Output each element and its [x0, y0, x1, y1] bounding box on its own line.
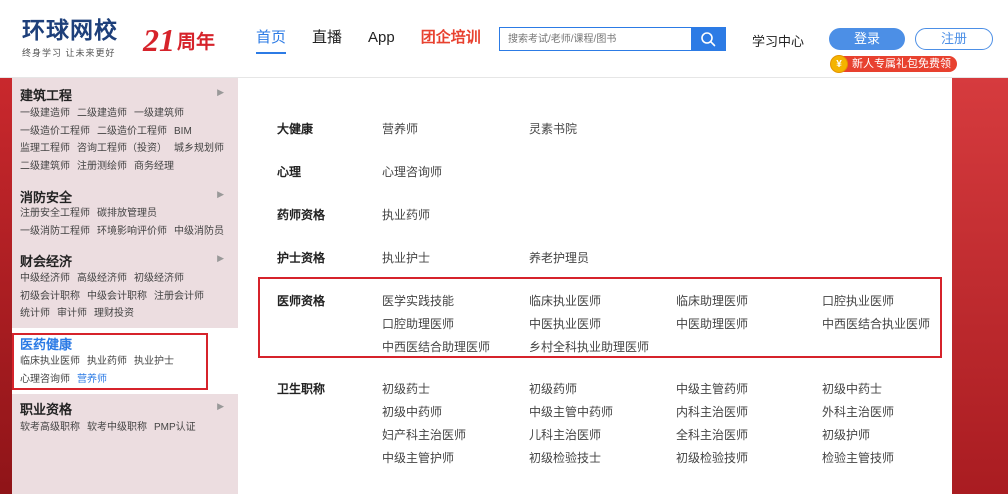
- category-links: 软考高级职称 软考中级职称 PMP认证: [20, 419, 234, 437]
- exam-link[interactable]: 初级检验技师: [676, 449, 748, 466]
- nav-home[interactable]: 首页: [256, 28, 287, 54]
- category-title: 建筑工程: [20, 88, 73, 103]
- exam-link[interactable]: 中级主管护师: [382, 449, 454, 466]
- category-link[interactable]: 商务经理: [134, 161, 174, 172]
- exam-link[interactable]: 中级主管药师: [676, 380, 748, 397]
- category-sidebar: 建筑工程 ▶ 一级建造师 二级建造师 一级建筑师 一级造价工程师 二级造价工程师 BIM…: [12, 78, 238, 494]
- category-link[interactable]: 中级消防员: [174, 226, 224, 237]
- exam-link[interactable]: 儿科主治医师: [529, 426, 601, 443]
- exam-link[interactable]: 养老护理员: [529, 249, 589, 266]
- coin-icon: ¥: [830, 55, 848, 73]
- category-link[interactable]: 初级经济师: [134, 273, 184, 284]
- search-icon: [701, 32, 716, 47]
- exam-link[interactable]: 心理咨询师: [382, 163, 442, 180]
- row-title: 药师资格: [277, 208, 326, 222]
- category-link[interactable]: 碳排放管理员: [97, 208, 157, 219]
- exam-link[interactable]: 初级中药士: [822, 380, 882, 397]
- highlight-box-physician: [258, 277, 942, 358]
- site-header: 环球网校 终身学习 让未来更好 21 周年 首页 直播 App 团企培训 学习中…: [0, 0, 1008, 78]
- category-link[interactable]: 城乡规划师: [174, 143, 224, 154]
- category-link[interactable]: 一级造价工程师: [20, 126, 90, 137]
- register-button[interactable]: 注册: [915, 28, 993, 50]
- category-professional-qualification[interactable]: 职业资格 ▶ 软考高级职称 软考中级职称 PMP认证: [12, 394, 238, 444]
- category-title: 职业资格: [20, 402, 73, 417]
- background-left: [0, 78, 12, 494]
- nav-live[interactable]: 直播: [312, 28, 342, 54]
- category-link[interactable]: 软考中级职称: [87, 422, 147, 433]
- logo-text: 环球网校: [22, 18, 118, 43]
- category-link[interactable]: 中级会计职称: [87, 291, 147, 302]
- category-link[interactable]: 注册安全工程师: [20, 208, 90, 219]
- category-link[interactable]: 初级会计职称: [20, 291, 80, 302]
- exam-link[interactable]: 执业护士: [382, 249, 430, 266]
- category-finance[interactable]: 财会经济 ▶ 中级经济师 高级经济师 初级经济师 初级会计职称 中级会计职称 注册会计师…: [12, 246, 238, 328]
- nav-enterprise-training[interactable]: 团企培训: [421, 28, 481, 54]
- category-title: 财会经济: [20, 254, 73, 269]
- anniversary-number: 21: [143, 22, 175, 58]
- category-link[interactable]: 监理工程师: [20, 143, 70, 154]
- row-title: 卫生职称: [277, 382, 326, 396]
- exam-link[interactable]: 内科主治医师: [676, 403, 748, 420]
- category-link[interactable]: 咨询工程师（投资）: [77, 143, 167, 154]
- exam-link[interactable]: 初级检验技士: [529, 449, 601, 466]
- exam-link[interactable]: 初级中药师: [382, 403, 442, 420]
- search-input[interactable]: [500, 28, 691, 50]
- exam-link[interactable]: 初级药士: [382, 380, 430, 397]
- category-links: 中级经济师 高级经济师 初级经济师 初级会计职称 中级会计职称 注册会计师 统计师 审计师…: [20, 270, 234, 323]
- category-link[interactable]: 环境影响评价师: [97, 226, 167, 237]
- gift-text: 新人专属礼包免费领: [842, 56, 957, 72]
- row-title: 心理: [277, 165, 302, 179]
- nav-app[interactable]: App: [368, 28, 395, 54]
- category-link[interactable]: PMP认证: [154, 422, 196, 433]
- study-center-link[interactable]: 学习中心: [752, 31, 804, 50]
- anniversary-text: 周年: [177, 32, 216, 53]
- site-logo[interactable]: 环球网校 终身学习 让未来更好: [22, 18, 130, 58]
- category-links: 注册安全工程师 碳排放管理员 一级消防工程师 环境影响评价师 中级消防员: [20, 205, 234, 240]
- row-title: 护士资格: [277, 251, 326, 265]
- chevron-right-icon: ▶: [217, 253, 224, 263]
- category-link[interactable]: BIM: [174, 126, 192, 137]
- category-link[interactable]: 高级经济师: [77, 273, 127, 284]
- highlight-box-sidebar: [12, 333, 208, 390]
- anniversary-badge: 21 周年: [143, 22, 215, 56]
- category-construction[interactable]: 建筑工程 ▶ 一级建造师 二级建造师 一级建筑师 一级造价工程师 二级造价工程师 BIM…: [12, 78, 238, 186]
- category-link[interactable]: 注册会计师: [154, 291, 204, 302]
- category-link[interactable]: 中级经济师: [20, 273, 70, 284]
- exam-link[interactable]: 初级药师: [529, 380, 577, 397]
- category-link[interactable]: 二级建筑师: [20, 161, 70, 172]
- row-title: 大健康: [277, 122, 314, 136]
- search-button[interactable]: [691, 28, 725, 50]
- category-link[interactable]: 一级消防工程师: [20, 226, 90, 237]
- category-link[interactable]: 审计师: [57, 308, 87, 319]
- exam-link[interactable]: 检验主管技师: [822, 449, 894, 466]
- category-link[interactable]: 统计师: [20, 308, 50, 319]
- chevron-right-icon: ▶: [217, 401, 224, 411]
- exam-link[interactable]: 中级主管中药师: [529, 403, 613, 420]
- exam-link[interactable]: 妇产科主治医师: [382, 426, 466, 443]
- exam-link[interactable]: 外科主治医师: [822, 403, 894, 420]
- exam-link[interactable]: 灵素书院: [529, 120, 577, 137]
- category-link[interactable]: 二级建造师: [77, 108, 127, 119]
- main-nav: 首页 直播 App 团企培训: [256, 28, 507, 54]
- category-link[interactable]: 理财投资: [94, 308, 134, 319]
- category-title: 消防安全: [20, 190, 73, 205]
- newcomer-gift-banner[interactable]: ¥ 新人专属礼包免费领: [830, 55, 957, 73]
- category-link[interactable]: 一级建造师: [20, 108, 70, 119]
- exam-link[interactable]: 营养师: [382, 120, 418, 137]
- chevron-right-icon: ▶: [217, 189, 224, 199]
- search-box: [499, 27, 726, 51]
- category-links: 一级建造师 二级建造师 一级建筑师 一级造价工程师 二级造价工程师 BIM 监理工程师咨…: [20, 105, 234, 175]
- category-link[interactable]: 一级建筑师: [134, 108, 184, 119]
- category-link[interactable]: 二级造价工程师: [97, 126, 167, 137]
- background-right: [952, 78, 1008, 494]
- category-fire-safety[interactable]: 消防安全 ▶ 注册安全工程师 碳排放管理员 一级消防工程师 环境影响评价师 中级消防员: [12, 186, 238, 251]
- exam-link[interactable]: 初级护师: [822, 426, 870, 443]
- category-link[interactable]: 软考高级职称: [20, 422, 80, 433]
- category-link[interactable]: 注册测绘师: [77, 161, 127, 172]
- exam-link[interactable]: 全科主治医师: [676, 426, 748, 443]
- logo-slogan: 终身学习 让未来更好: [22, 48, 116, 58]
- login-button[interactable]: 登录: [829, 28, 905, 50]
- exam-link[interactable]: 执业药师: [382, 206, 430, 223]
- chevron-right-icon: ▶: [217, 87, 224, 97]
